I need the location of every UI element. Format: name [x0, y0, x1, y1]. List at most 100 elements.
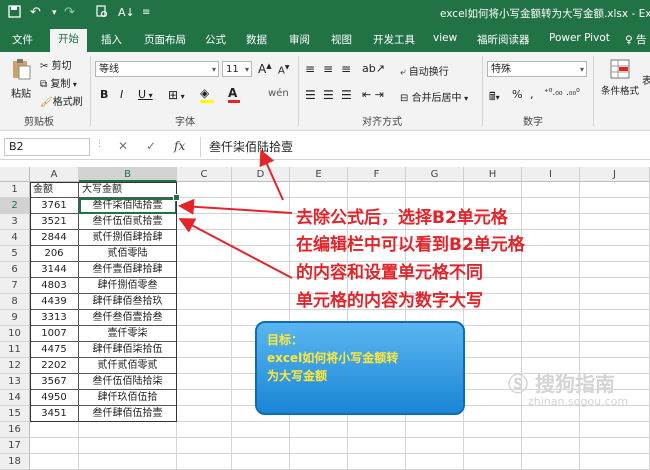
row-header[interactable]: 15	[0, 406, 30, 422]
cell-empty[interactable]	[290, 438, 348, 454]
cell-uppercase-amount[interactable]: 叁仟伍佰陆拾柒	[79, 374, 177, 390]
cell-uppercase-amount[interactable]: 肆仟玖佰伍拾	[79, 390, 177, 406]
bold-button[interactable]: B	[100, 88, 108, 101]
row-header[interactable]: 16	[0, 422, 30, 438]
cell-uppercase-amount[interactable]: 贰仟捌佰肆拾肆	[79, 230, 177, 246]
cell-amount[interactable]: 金额	[30, 182, 79, 198]
sort-icon[interactable]: A↓	[118, 5, 135, 21]
cell-empty[interactable]	[232, 214, 290, 230]
tab-view[interactable]: 视图	[331, 32, 352, 47]
cell-empty[interactable]	[348, 182, 406, 198]
cell-uppercase-amount[interactable]	[79, 438, 177, 454]
cell-empty[interactable]	[406, 438, 464, 454]
decrease-decimal-button[interactable]: .₀₀⁰	[566, 88, 580, 98]
cell-empty[interactable]	[580, 278, 650, 294]
align-middle-button[interactable]: ≡	[323, 62, 333, 76]
cell-amount[interactable]: 206	[30, 246, 79, 262]
cell-empty[interactable]	[464, 310, 522, 326]
tab-insert[interactable]: 插入	[101, 32, 122, 47]
cell-empty[interactable]	[522, 406, 580, 422]
cell-empty[interactable]	[464, 342, 522, 358]
cell-empty[interactable]	[522, 326, 580, 342]
cancel-icon[interactable]: ✕	[118, 139, 128, 153]
grow-font-button[interactable]: A▲	[258, 62, 272, 76]
column-header-j[interactable]: J	[580, 167, 650, 182]
print-preview-icon[interactable]	[96, 5, 108, 23]
formula-input[interactable]: 叁仟柒佰陆拾壹	[200, 137, 650, 157]
cell-empty[interactable]	[580, 230, 650, 246]
phonetic-button[interactable]: wén	[268, 88, 289, 99]
cell-amount[interactable]	[30, 438, 79, 454]
paste-button[interactable]: 粘贴	[8, 58, 34, 100]
cell-empty[interactable]	[177, 454, 232, 470]
cell-empty[interactable]	[406, 454, 464, 470]
accounting-format-button[interactable]: 🖩▾	[489, 88, 500, 107]
undo-icon[interactable]: ↶	[30, 5, 41, 21]
font-size-combo[interactable]: 11 ▾	[222, 61, 252, 77]
tab-developer[interactable]: 开发工具	[373, 32, 415, 47]
row-header[interactable]: 8	[0, 294, 30, 310]
fill-handle[interactable]	[173, 194, 180, 201]
cell-uppercase-amount[interactable]: 叁仟叁佰壹拾叁	[79, 310, 177, 326]
cell-empty[interactable]	[348, 438, 406, 454]
row-header[interactable]: 6	[0, 262, 30, 278]
cell-uppercase-amount[interactable]: 贰佰零陆	[79, 246, 177, 262]
cell-amount[interactable]: 3144	[30, 262, 79, 278]
save-icon[interactable]	[8, 5, 21, 23]
cell-empty[interactable]	[290, 422, 348, 438]
column-header-i[interactable]: I	[522, 167, 580, 182]
tab-data[interactable]: 数据	[246, 32, 267, 47]
row-header[interactable]: 13	[0, 374, 30, 390]
cell-empty[interactable]	[177, 182, 232, 198]
column-header-a[interactable]: A	[30, 167, 79, 182]
cell-uppercase-amount[interactable]: 肆仟捌佰零叁	[79, 278, 177, 294]
tab-view-en[interactable]: view	[433, 32, 457, 44]
cell-empty[interactable]	[232, 422, 290, 438]
cell-empty[interactable]	[580, 422, 650, 438]
cell-empty[interactable]	[177, 214, 232, 230]
cell-empty[interactable]	[177, 262, 232, 278]
cell-amount[interactable]: 3451	[30, 406, 79, 422]
cell-amount[interactable]: 4950	[30, 390, 79, 406]
cell-uppercase-amount[interactable]	[79, 422, 177, 438]
format-as-table-button[interactable]: 表	[642, 72, 650, 87]
cell-empty[interactable]	[464, 438, 522, 454]
cell-empty[interactable]	[464, 454, 522, 470]
cell-uppercase-amount[interactable]: 肆仟肆佰柒拾伍	[79, 342, 177, 358]
column-header-f[interactable]: F	[348, 167, 406, 182]
cell-empty[interactable]	[522, 182, 580, 198]
cell-empty[interactable]	[232, 438, 290, 454]
cell-empty[interactable]	[232, 182, 290, 198]
cell-empty[interactable]	[177, 246, 232, 262]
cell-amount[interactable]: 2202	[30, 358, 79, 374]
undo-dropdown-icon[interactable]: ▾	[52, 5, 57, 21]
cell-empty[interactable]	[177, 294, 232, 310]
cell-empty[interactable]	[522, 438, 580, 454]
cell-amount[interactable]: 4475	[30, 342, 79, 358]
cell-empty[interactable]	[232, 198, 290, 214]
cell-empty[interactable]	[464, 406, 522, 422]
cell-empty[interactable]	[290, 182, 348, 198]
cell-empty[interactable]	[232, 230, 290, 246]
row-header[interactable]: 4	[0, 230, 30, 246]
cell-empty[interactable]	[348, 422, 406, 438]
cell-empty[interactable]	[464, 422, 522, 438]
cell-uppercase-amount[interactable]: 大写金额	[79, 182, 177, 198]
cell-empty[interactable]	[522, 246, 580, 262]
column-header-d[interactable]: D	[232, 167, 290, 182]
cell-empty[interactable]	[177, 374, 232, 390]
cell-empty[interactable]	[406, 182, 464, 198]
name-box[interactable]: B2	[4, 138, 90, 156]
borders-button[interactable]: ⊞ ▾	[168, 88, 185, 102]
cell-empty[interactable]	[580, 454, 650, 470]
cell-amount[interactable]	[30, 454, 79, 470]
cell-amount[interactable]	[30, 422, 79, 438]
cell-uppercase-amount[interactable]: 叁仟伍佰贰拾壹	[79, 214, 177, 230]
cell-empty[interactable]	[232, 246, 290, 262]
row-header[interactable]: 7	[0, 278, 30, 294]
cell-empty[interactable]	[580, 294, 650, 310]
copy-button[interactable]: ⧉ 复制 ▾	[40, 75, 77, 90]
cell-amount[interactable]: 3567	[30, 374, 79, 390]
column-header-b[interactable]: B	[79, 167, 177, 182]
align-right-button[interactable]: ☰	[341, 88, 352, 102]
